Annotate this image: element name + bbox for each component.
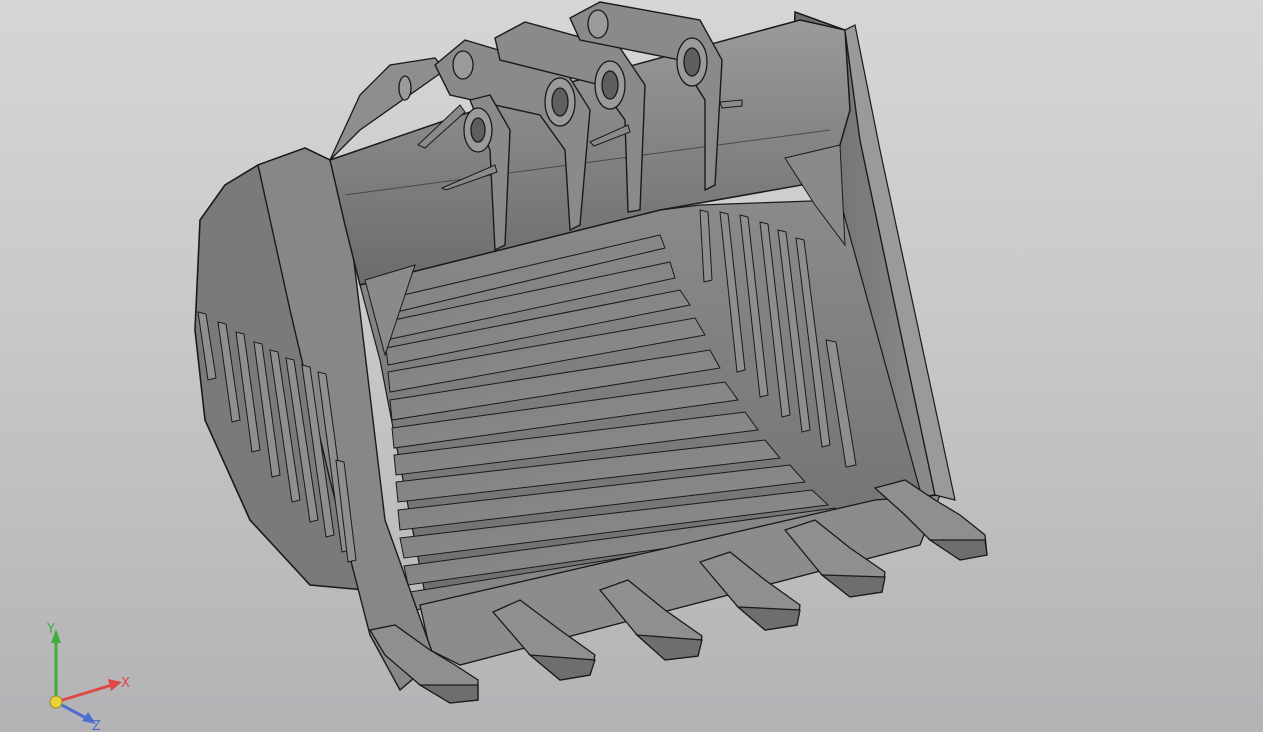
x-axis-line (55, 683, 113, 704)
origin-dot (49, 695, 63, 709)
y-axis-label: Y (46, 622, 55, 637)
x-axis-arrow (108, 679, 122, 691)
pin-boss-5 (452, 50, 474, 80)
coordinate-axis-triad: Y X Z (46, 622, 130, 732)
pin-boss-6 (587, 9, 609, 39)
pin-boss-7 (398, 75, 412, 101)
z-axis-label: Z (92, 719, 101, 732)
3d-viewport[interactable]: Y X Z (0, 0, 1263, 732)
x-axis-label: X (121, 676, 130, 691)
excavator-bucket-model[interactable] (0, 0, 1263, 732)
